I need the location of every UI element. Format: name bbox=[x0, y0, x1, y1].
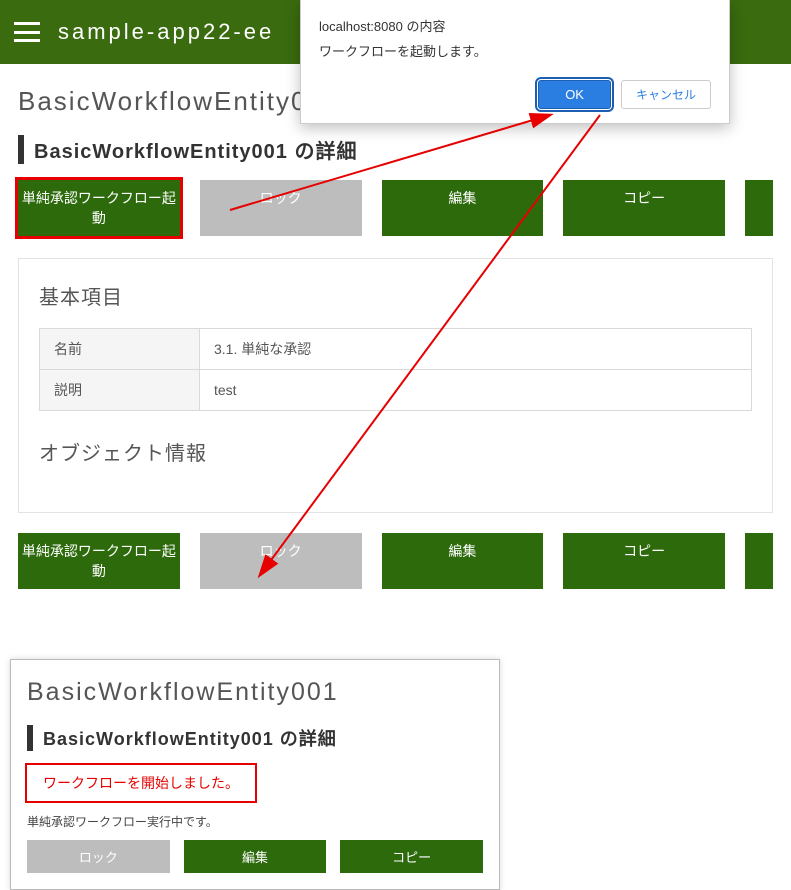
edit-button[interactable]: 編集 bbox=[382, 180, 544, 236]
start-workflow-button[interactable]: 単純承認ワークフロー起動 bbox=[18, 533, 180, 589]
basic-info-table: 名前 3.1. 単純な承認 説明 test bbox=[39, 328, 752, 411]
table-row: 説明 test bbox=[40, 370, 752, 411]
basic-info-title: 基本項目 bbox=[39, 281, 752, 310]
action-row-result: ロック 編集 コピー bbox=[27, 840, 483, 873]
workflow-started-message-box: ワークフローを開始しました。 bbox=[27, 765, 255, 801]
detail-heading: BasicWorkflowEntity001 の詳細 bbox=[27, 725, 483, 751]
action-row-top: 単純承認ワークフロー起動 ロック 編集 コピー bbox=[18, 180, 773, 236]
lock-button[interactable]: ロック bbox=[200, 533, 362, 589]
dialog-cancel-button[interactable]: キャンセル bbox=[621, 80, 711, 109]
field-label: 名前 bbox=[40, 329, 200, 370]
action-row-bottom: 単純承認ワークフロー起動 ロック 編集 コピー bbox=[18, 533, 773, 589]
basic-info-card: 基本項目 名前 3.1. 単純な承認 説明 test オブジェクト情報 bbox=[18, 258, 773, 513]
copy-button[interactable]: コピー bbox=[340, 840, 483, 873]
dialog-body: ワークフローを起動します。 bbox=[319, 41, 711, 60]
confirm-dialog: localhost:8080 の内容 ワークフローを起動します。 OK キャンセ… bbox=[300, 0, 730, 124]
lock-button[interactable]: ロック bbox=[200, 180, 362, 236]
start-workflow-button[interactable]: 単純承認ワークフロー起動 bbox=[18, 180, 180, 236]
app-title: sample-app22-ee bbox=[58, 19, 274, 45]
page-body: BasicWorkflowEntity001 BasicWorkflowEnti… bbox=[0, 64, 791, 631]
edit-button[interactable]: 編集 bbox=[382, 533, 544, 589]
overflow-button[interactable] bbox=[745, 533, 773, 589]
dialog-ok-button[interactable]: OK bbox=[538, 80, 611, 109]
copy-button[interactable]: コピー bbox=[563, 533, 725, 589]
object-info-title: オブジェクト情報 bbox=[39, 437, 752, 466]
page-title: BasicWorkflowEntity001 bbox=[27, 678, 483, 707]
workflow-running-message: 単純承認ワークフロー実行中です。 bbox=[27, 813, 483, 830]
dialog-button-row: OK キャンセル bbox=[319, 80, 711, 109]
table-row: 名前 3.1. 単純な承認 bbox=[40, 329, 752, 370]
edit-button[interactable]: 編集 bbox=[184, 840, 327, 873]
overflow-button[interactable] bbox=[745, 180, 773, 236]
dialog-title: localhost:8080 の内容 bbox=[319, 16, 711, 35]
field-value: test bbox=[200, 370, 752, 411]
result-panel: BasicWorkflowEntity001 BasicWorkflowEnti… bbox=[10, 659, 500, 890]
detail-heading: BasicWorkflowEntity001 の詳細 bbox=[18, 135, 773, 164]
field-value: 3.1. 単純な承認 bbox=[200, 329, 752, 370]
field-label: 説明 bbox=[40, 370, 200, 411]
copy-button[interactable]: コピー bbox=[563, 180, 725, 236]
lock-button[interactable]: ロック bbox=[27, 840, 170, 873]
menu-icon[interactable] bbox=[14, 22, 40, 42]
workflow-started-message: ワークフローを開始しました。 bbox=[37, 767, 245, 799]
